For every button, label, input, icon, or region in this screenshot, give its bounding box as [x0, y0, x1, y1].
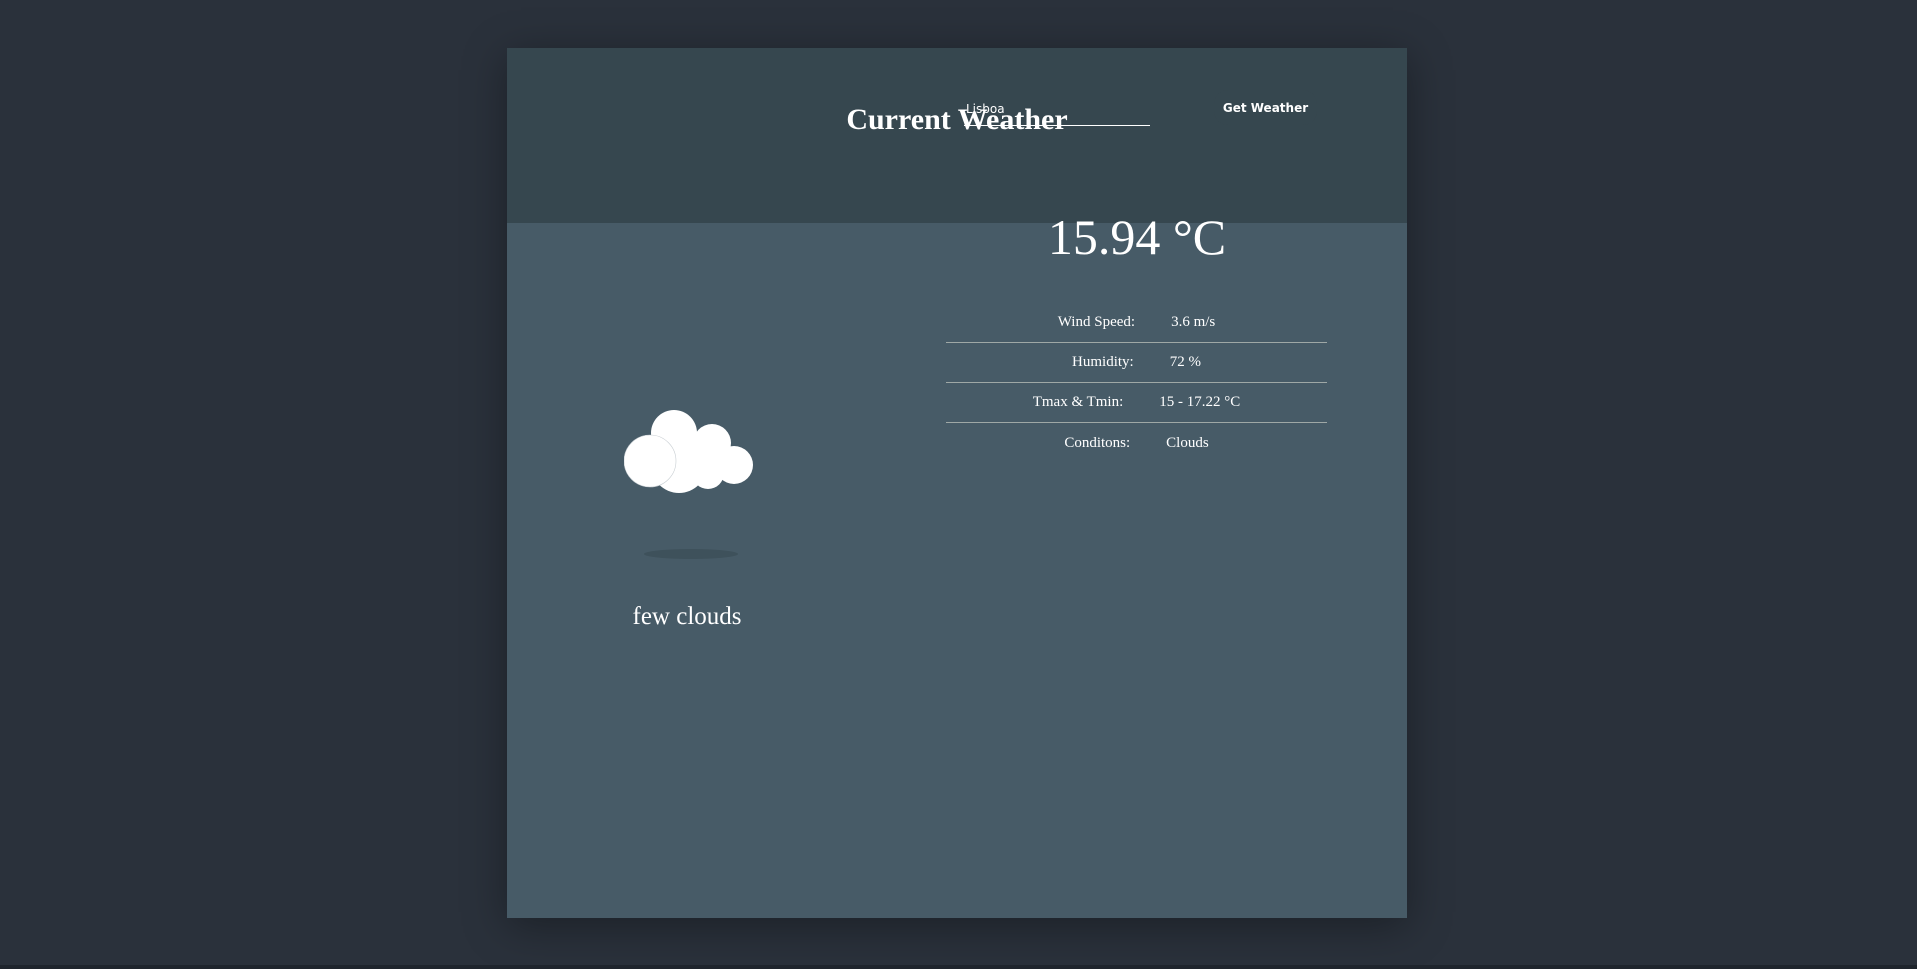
search-form: Get Weather — [964, 88, 1364, 128]
stat-row-temp-range: Tmax & Tmin: 15 - 17.22 °C — [946, 383, 1327, 423]
stat-label: Wind Speed: — [1057, 314, 1136, 330]
card-header: Current Weather — [507, 48, 1407, 223]
weather-description: few clouds — [632, 603, 742, 630]
weather-icon-panel: few clouds — [507, 223, 877, 918]
temperature-readout: 15.94 °C — [1047, 209, 1227, 265]
stat-row-conditions: Conditons: Clouds — [946, 423, 1327, 463]
stat-label: Humidity: — [1072, 354, 1134, 370]
weather-card: Current Weather few clouds Get Weather 1… — [507, 48, 1407, 918]
icon-shadow — [644, 549, 738, 559]
stat-label: Tmax & Tmin: — [1032, 394, 1124, 410]
stat-row-wind: Wind Speed: 3.6 m/s — [946, 303, 1327, 343]
stat-label: Conditons: — [1064, 434, 1131, 451]
stat-value: 72 % — [1169, 354, 1201, 370]
stat-row-humidity: Humidity: 72 % — [946, 343, 1327, 383]
weather-stats: Wind Speed: 3.6 m/s Humidity: 72 % Tmax … — [946, 303, 1327, 463]
bottom-edge-strip — [0, 965, 1917, 969]
few-clouds-icon — [624, 410, 753, 493]
stat-value: 15 - 17.22 °C — [1159, 394, 1241, 410]
city-input[interactable] — [964, 88, 1150, 126]
get-weather-button[interactable]: Get Weather — [1214, 90, 1317, 125]
stat-value: 3.6 m/s — [1171, 314, 1216, 330]
stat-value: Clouds — [1166, 434, 1209, 451]
